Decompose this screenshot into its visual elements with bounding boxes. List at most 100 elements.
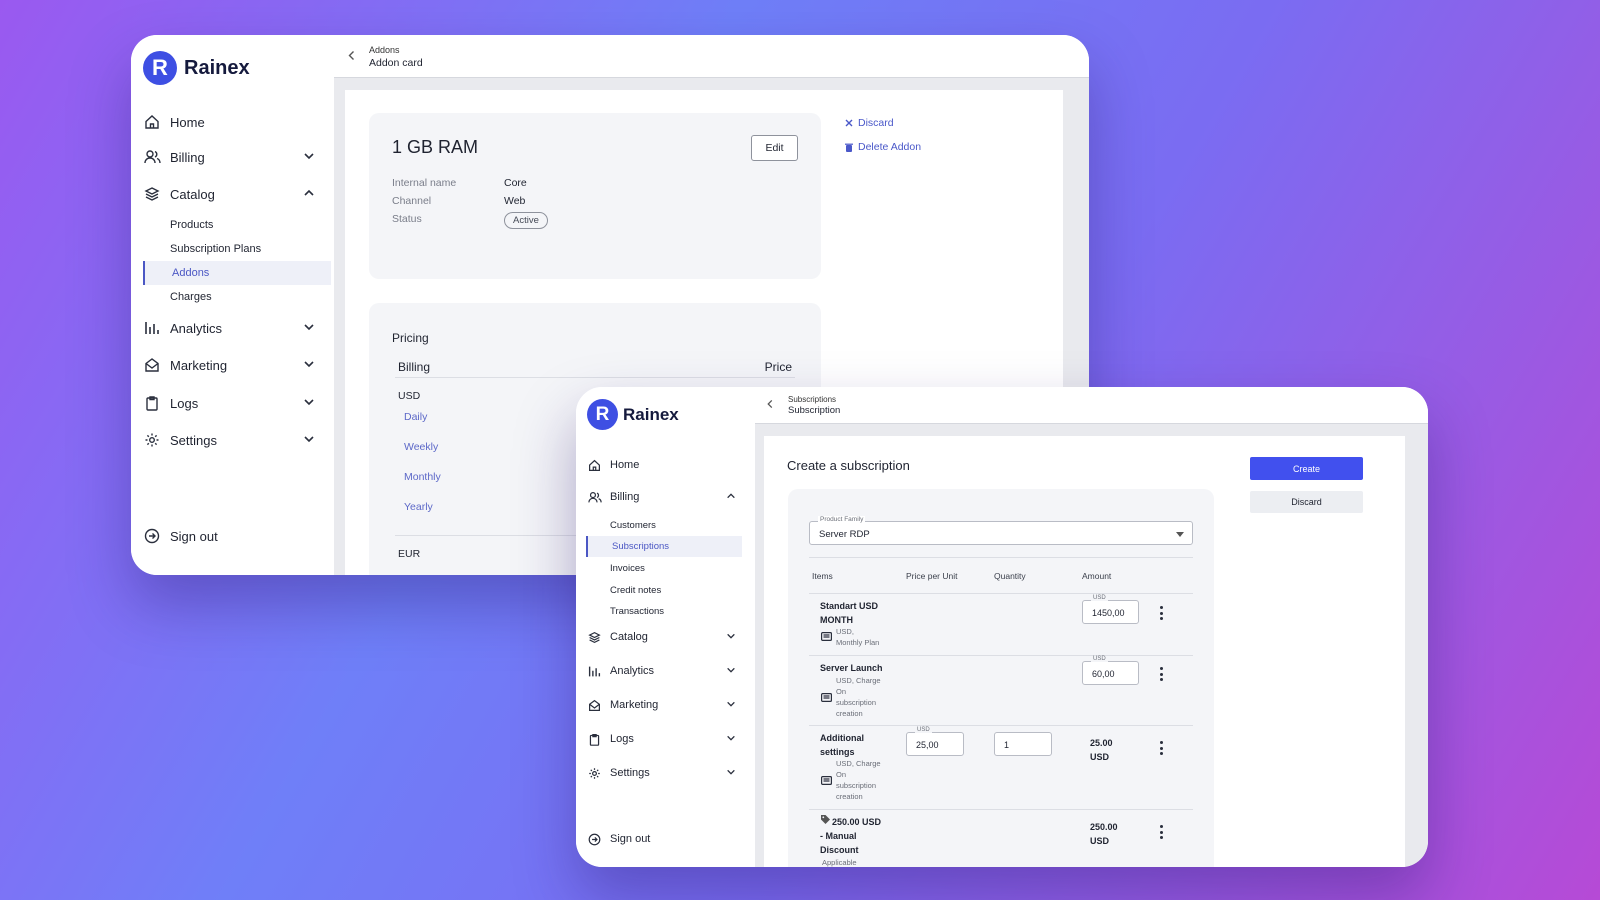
nav-catalog[interactable]: Catalog	[576, 627, 755, 647]
sub-invoices[interactable]: Invoices	[586, 558, 742, 579]
logo-mark-icon: R	[587, 399, 618, 430]
nav-catalog[interactable]: Catalog	[131, 182, 334, 206]
row-amount: 250.00 USD	[1090, 822, 1118, 846]
chevron-down-icon[interactable]	[303, 396, 315, 408]
divider	[809, 593, 1193, 594]
row-menu-icon[interactable]	[1159, 741, 1163, 755]
period-weekly[interactable]: Weekly	[404, 441, 438, 453]
nav-settings-label: Settings	[610, 767, 650, 779]
nav-sign-out[interactable]: Sign out	[576, 829, 755, 849]
brand-logo[interactable]: R Rainex	[587, 399, 679, 430]
field-label: Internal name	[392, 177, 457, 189]
main-area: Subscriptions Subscription Create a subs…	[755, 387, 1428, 867]
sidebar: R Rainex Home Billing Customers Subscrip…	[576, 387, 755, 867]
amount-field[interactable]: USD 60,00	[1082, 656, 1139, 685]
quantity-field[interactable]: 1	[994, 732, 1052, 756]
sub-credit-notes[interactable]: Credit notes	[586, 580, 742, 601]
chevron-down-icon[interactable]	[726, 631, 736, 641]
sub-subscription-plans[interactable]: Subscription Plans	[143, 237, 331, 261]
item-meta: USD, Charge On subscription creation	[836, 759, 881, 801]
delete-addon-action[interactable]: Delete Addon	[845, 141, 921, 153]
nav-sign-out[interactable]: Sign out	[131, 524, 334, 548]
row-menu-icon[interactable]	[1159, 606, 1163, 620]
gear-icon	[587, 766, 602, 781]
breadcrumb: Addons Addon card	[369, 45, 423, 69]
chevron-down-icon[interactable]	[726, 733, 736, 743]
chevron-down-icon[interactable]	[303, 433, 315, 445]
breadcrumb-parent[interactable]: Addons	[369, 45, 423, 55]
chevron-down-icon[interactable]	[303, 150, 315, 162]
nav-analytics-label: Analytics	[610, 665, 655, 677]
col-quantity: Quantity	[994, 571, 1026, 581]
brand-logo[interactable]: R Rainex	[143, 51, 250, 85]
price-field[interactable]: USD 25,00	[906, 727, 964, 756]
sign-out-icon	[143, 527, 161, 545]
nav-marketing[interactable]: Marketing	[131, 353, 334, 377]
col-amount: Amount	[1082, 571, 1112, 581]
sub-products[interactable]: Products	[143, 213, 331, 237]
chevron-up-icon[interactable]	[726, 491, 736, 501]
sub-charges[interactable]: Charges	[143, 285, 331, 309]
period-monthly[interactable]: Monthly	[404, 471, 441, 483]
nav-sign-out-label: Sign out	[170, 528, 218, 544]
edit-button[interactable]: Edit	[751, 135, 798, 161]
nav-logs-label: Logs	[610, 733, 634, 745]
chevron-down-icon[interactable]	[303, 321, 315, 333]
nav-analytics[interactable]: Analytics	[131, 316, 334, 340]
product-family-select[interactable]: Product Family Server RDP	[809, 516, 1193, 545]
layers-icon	[143, 185, 161, 203]
chevron-down-icon[interactable]	[726, 699, 736, 709]
create-button[interactable]: Create	[1250, 457, 1363, 480]
nav-analytics[interactable]: Analytics	[576, 661, 755, 681]
charge-card-icon	[821, 693, 832, 702]
nav-home[interactable]: Home	[131, 110, 334, 134]
sidebar: R Rainex Home Billing Catalog Products S…	[131, 35, 334, 575]
discard-label: Discard	[858, 117, 894, 129]
mail-open-icon	[587, 698, 602, 713]
nav-settings[interactable]: Settings	[131, 428, 334, 452]
dropdown-caret-icon	[1176, 532, 1184, 537]
sub-transactions[interactable]: Transactions	[586, 601, 742, 622]
nav-settings-label: Settings	[170, 432, 217, 448]
logo-mark-icon: R	[143, 51, 177, 85]
nav-marketing[interactable]: Marketing	[576, 695, 755, 715]
currency-eur: EUR	[398, 548, 421, 560]
chevron-down-icon[interactable]	[726, 767, 736, 777]
chevron-down-icon[interactable]	[726, 665, 736, 675]
nav-logs[interactable]: Logs	[131, 391, 334, 415]
col-price-per-unit: Price per Unit	[906, 571, 958, 581]
nav-settings[interactable]: Settings	[576, 763, 755, 783]
divider	[809, 655, 1193, 656]
chevron-down-icon[interactable]	[303, 358, 315, 370]
sub-customers[interactable]: Customers	[586, 515, 742, 536]
discard-action[interactable]: Discard	[845, 117, 894, 129]
nav-catalog-label: Catalog	[170, 186, 215, 202]
subscription-content: Create a subscription Create Discard Pro…	[764, 436, 1405, 867]
sub-addons[interactable]: Addons	[143, 261, 331, 285]
close-icon	[845, 119, 853, 127]
product-family-value: Server RDP	[819, 529, 870, 540]
nav-logs[interactable]: Logs	[576, 729, 755, 749]
back-arrow-icon[interactable]	[347, 50, 356, 61]
sub-subscriptions[interactable]: Subscriptions	[586, 536, 742, 557]
row-menu-icon[interactable]	[1159, 667, 1163, 681]
users-icon	[587, 490, 602, 505]
nav-billing[interactable]: Billing	[131, 145, 334, 169]
item-meta: USD, Monthly Plan	[836, 627, 880, 647]
period-yearly[interactable]: Yearly	[404, 501, 433, 513]
row-menu-icon[interactable]	[1159, 825, 1163, 839]
discard-button[interactable]: Discard	[1250, 491, 1363, 513]
breadcrumb-parent[interactable]: Subscriptions	[788, 395, 840, 404]
nav-home-label: Home	[610, 459, 640, 471]
back-arrow-icon[interactable]	[766, 399, 774, 409]
breadcrumb: Subscriptions Subscription	[788, 395, 840, 416]
nav-home[interactable]: Home	[576, 455, 755, 475]
charge-card-icon	[821, 776, 832, 785]
chevron-up-icon[interactable]	[303, 187, 315, 199]
currency-usd: USD	[398, 390, 421, 402]
period-daily[interactable]: Daily	[404, 411, 427, 423]
field-value: Core	[504, 177, 527, 189]
nav-billing[interactable]: Billing	[576, 487, 755, 507]
item-meta: Applicable	[822, 858, 857, 867]
amount-field[interactable]: USD 1450,00	[1082, 595, 1139, 624]
